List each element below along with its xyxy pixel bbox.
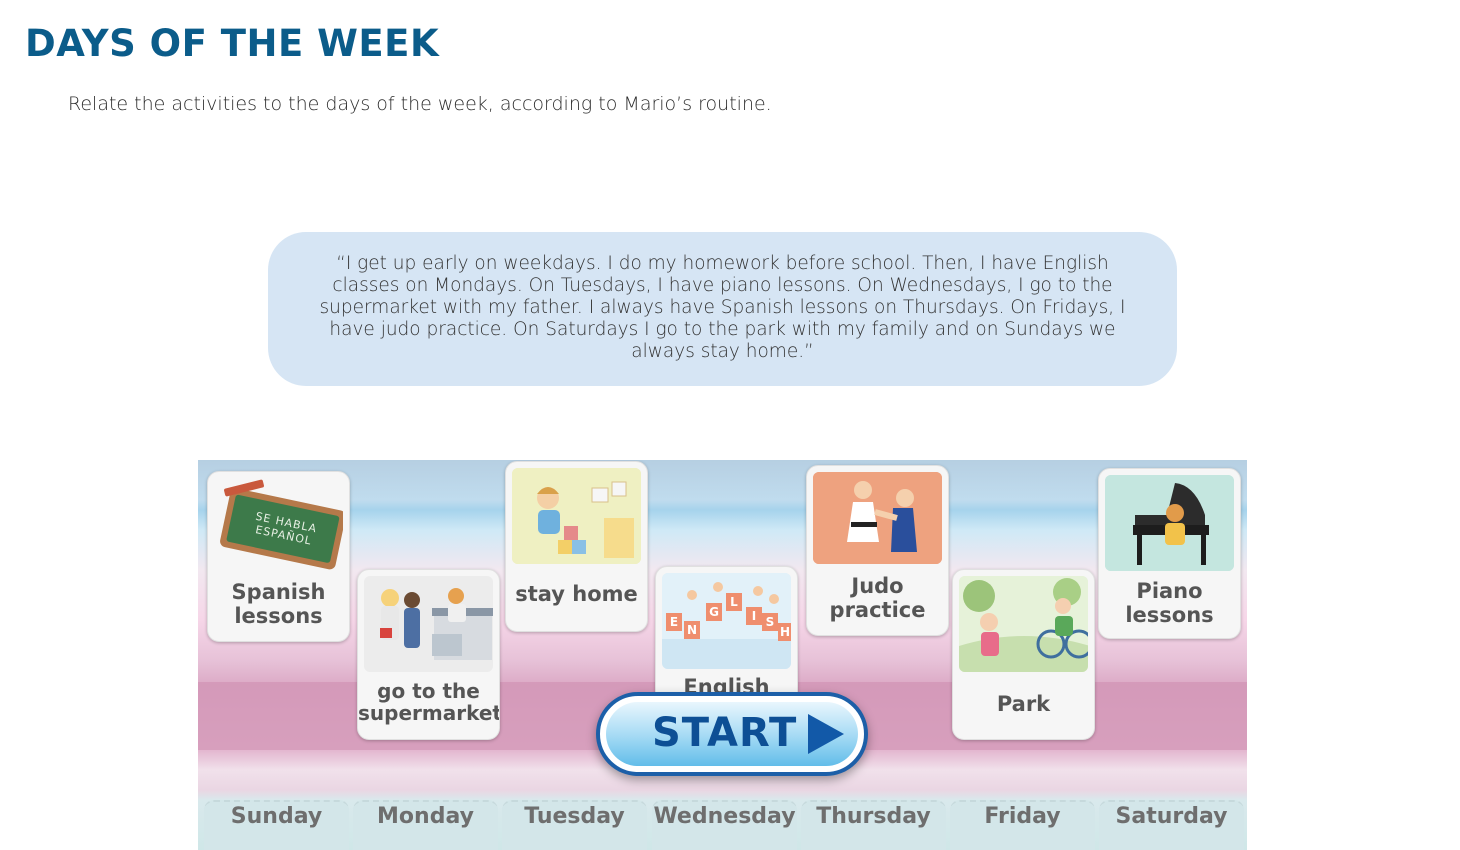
card-label: Piano lessons [1099,579,1240,627]
quote-text: “I get up early on weekdays. I do my hom… [319,253,1126,362]
activity-game[interactable]: SE HABLA ESPAÑOL Spanish lessons go to t… [198,460,1247,850]
day-slot-saturday[interactable]: Saturday [1099,800,1244,850]
card-judo-practice[interactable]: Judo practice [806,465,949,636]
card-label-line-1: Piano [1136,579,1203,603]
card-label-line-1: Park [996,692,1051,716]
card-stay-home[interactable]: stay home [505,461,648,632]
card-supermarket[interactable]: go to the supermarket [357,569,500,740]
day-slot-monday[interactable]: Monday [353,800,498,850]
day-slot-wednesday[interactable]: Wednesday [652,800,797,850]
instruction-text: Relate the activities to the days of the… [68,93,772,115]
card-label-line-1: stay home [515,582,638,606]
page-title: DAYS OF THE WEEK [25,22,440,65]
english-letter: I [751,609,757,623]
card-label: Judo practice [807,574,948,622]
day-slot-sunday[interactable]: Sunday [204,800,349,850]
english-letter: S [765,615,775,629]
day-label: Wednesday [653,804,796,829]
card-label: go to the supermarket [358,680,499,724]
play-arrow-icon [808,714,844,754]
card-park[interactable]: Park [952,569,1095,740]
card-spanish-lessons[interactable]: SE HABLA ESPAÑOL Spanish lessons [207,471,350,642]
card-label-line-2: lessons [1125,603,1214,627]
card-label: Spanish lessons [208,580,349,628]
card-label-line-2: supermarket [358,701,500,725]
stay-home-image [512,468,641,564]
english-letter: E [669,615,679,629]
day-label: Friday [984,804,1061,829]
judo-image [813,472,942,564]
chalkboard-image: SE HABLA ESPAÑOL [214,478,343,574]
english-letter: G [709,605,719,619]
day-slot-tuesday[interactable]: Tuesday [502,800,647,850]
card-label: stay home [506,582,647,606]
park-image [959,576,1088,672]
day-label: Sunday [230,804,323,829]
english-letter: N [686,623,698,637]
supermarket-image [364,576,493,672]
card-piano-lessons[interactable]: Piano lessons [1098,468,1241,639]
start-button[interactable]: START [596,692,868,776]
card-label-line-1: Spanish [231,580,326,604]
quote-box: “I get up early on weekdays. I do my hom… [268,232,1177,386]
english-image: E N G L I S H [662,573,791,669]
start-label: START [652,710,798,756]
card-label-line-1: go to the [377,679,480,703]
day-label: Saturday [1115,804,1228,829]
card-label-line-2: practice [829,598,926,622]
day-slot-friday[interactable]: Friday [950,800,1095,850]
day-slot-thursday[interactable]: Thursday [801,800,946,850]
english-letter: L [730,595,738,609]
english-letter: H [779,625,791,639]
card-label-line-1: Judo [851,574,904,598]
day-label: Monday [377,804,474,829]
day-label: Thursday [816,804,931,829]
card-label-line-2: lessons [234,604,323,628]
card-label: Park [953,692,1094,716]
day-label: Tuesday [524,804,625,829]
piano-image [1105,475,1234,571]
